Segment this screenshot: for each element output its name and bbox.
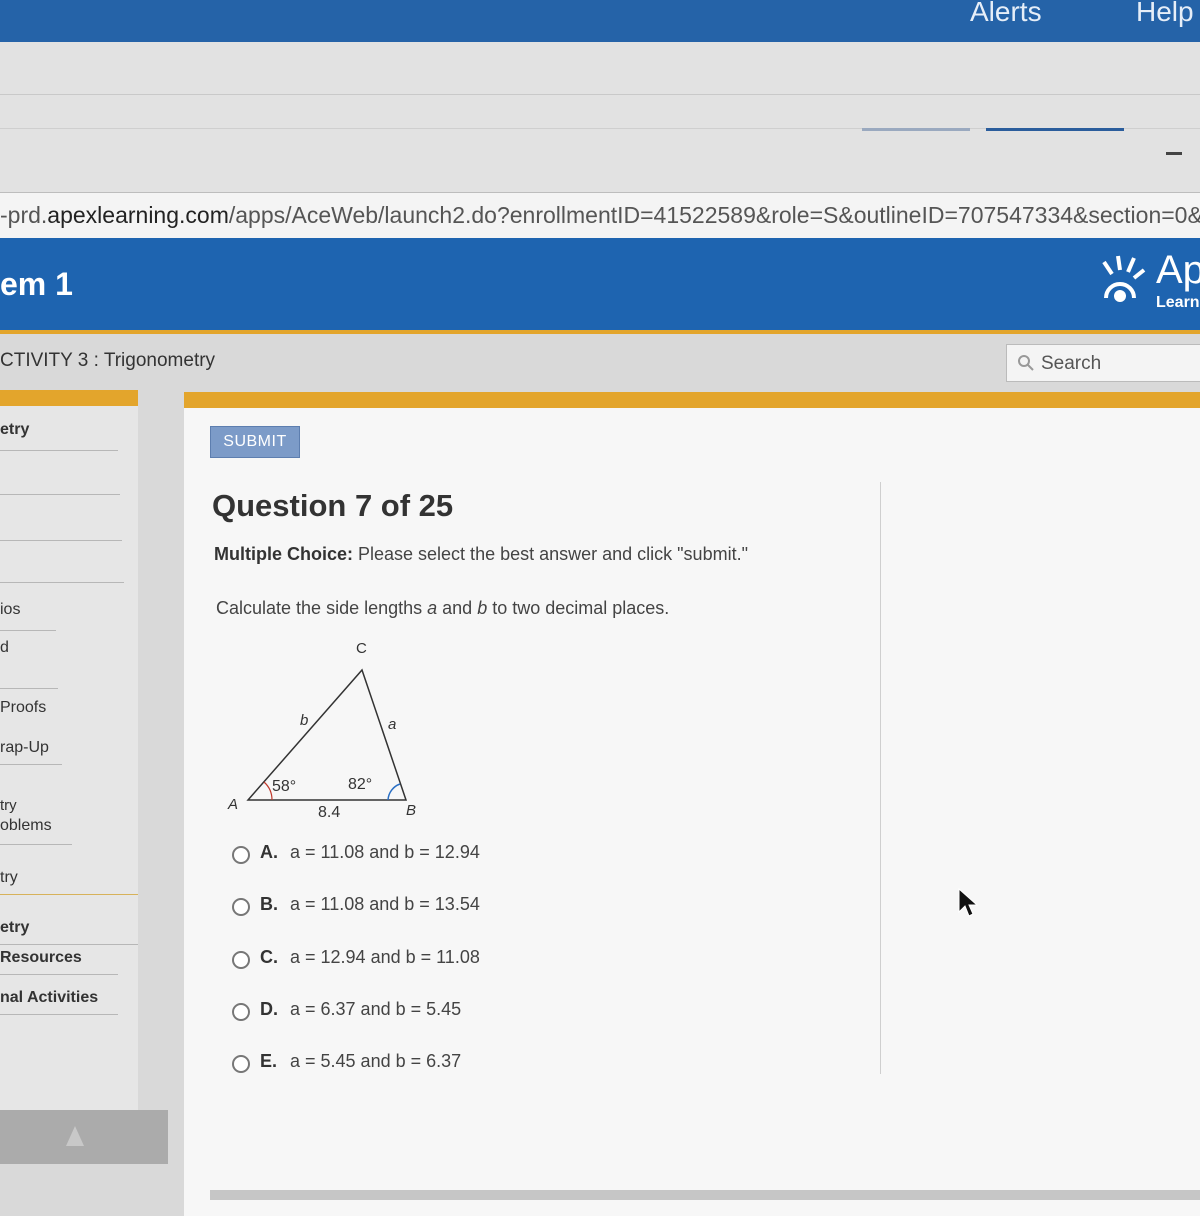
url-text: -prd.apexlearning.com/apps/AceWeb/launch… xyxy=(0,202,1200,228)
submit-button[interactable]: SUBMIT xyxy=(210,426,300,458)
vertex-a-label: A xyxy=(228,796,239,813)
angle-a-label: 58° xyxy=(272,778,297,795)
divider xyxy=(0,844,72,845)
app-header: em 1 Ap Learni xyxy=(0,238,1200,334)
sidebar-item-proofs[interactable]: Proofs xyxy=(0,698,46,718)
vertex-b-label: B xyxy=(406,802,417,819)
side-a-label: a xyxy=(388,716,397,733)
radio-button[interactable] xyxy=(232,846,250,864)
radio-button[interactable] xyxy=(232,1003,250,1021)
divider xyxy=(0,582,124,583)
divider xyxy=(0,630,56,631)
vertex-c-label: C xyxy=(356,640,367,657)
divider xyxy=(0,1014,118,1015)
divider xyxy=(0,688,58,689)
radio-button[interactable] xyxy=(232,951,250,969)
scroll-up-icon[interactable] xyxy=(66,1126,84,1146)
divider xyxy=(0,94,1200,95)
divider xyxy=(0,894,138,895)
base-length-label: 8.4 xyxy=(318,804,341,821)
angle-a-arc xyxy=(263,781,273,801)
sidebar-item-trigonometry-2[interactable]: try xyxy=(0,868,18,888)
sidebar-item-trigonometry[interactable]: etry xyxy=(0,420,29,440)
divider xyxy=(0,974,118,975)
question-prompt: Calculate the side lengths a and b to tw… xyxy=(216,598,670,618)
browser-tab[interactable] xyxy=(862,128,970,131)
sidebar: etry ios d Proofs rap-Up try oblems try … xyxy=(0,390,138,1126)
sidebar-item-resources[interactable]: Resources xyxy=(0,948,82,968)
browser-chrome xyxy=(0,42,1200,192)
search-icon xyxy=(1018,355,1034,371)
sidebar-item-try[interactable]: try xyxy=(0,796,17,816)
angle-b-arc xyxy=(387,783,401,801)
search-placeholder: Search xyxy=(1041,353,1102,374)
question-panel: SUBMIT Question 7 of 25 Multiple Choice:… xyxy=(184,392,1200,1216)
divider xyxy=(880,482,881,1074)
divider xyxy=(0,540,122,541)
search-input[interactable]: Search xyxy=(1006,344,1200,382)
apex-logo: Ap Learni xyxy=(1098,248,1200,314)
course-title: em 1 xyxy=(0,266,73,302)
side-b-label: b xyxy=(300,712,309,729)
sidebar-item-ratios[interactable]: ios xyxy=(0,600,20,620)
sidebar-footer xyxy=(0,1110,168,1164)
alerts-link[interactable]: Alerts xyxy=(970,0,1042,28)
radio-button[interactable] xyxy=(232,898,250,916)
breadcrumb: CTIVITY 3 : Trigonometry xyxy=(0,350,216,371)
logo-name: Ap xyxy=(1156,248,1200,292)
sidebar-item-wrap-up[interactable]: rap-Up xyxy=(0,738,49,758)
minimize-icon[interactable] xyxy=(1166,152,1182,155)
sidebar-item-trigonometry-3[interactable]: etry xyxy=(0,918,29,938)
question-instruction: Multiple Choice: Please select the best … xyxy=(214,544,748,564)
top-nav-bar: Alerts Help xyxy=(0,0,1200,42)
divider xyxy=(0,494,120,495)
sidebar-item-d[interactable]: d xyxy=(0,638,9,658)
apex-sun-icon xyxy=(1102,255,1146,302)
sidebar-item-problems[interactable]: oblems xyxy=(0,816,52,836)
logo-subtitle: Learni xyxy=(1156,294,1200,311)
triangle-diagram xyxy=(246,668,408,801)
radio-button[interactable] xyxy=(232,1055,250,1073)
browser-tab-active[interactable] xyxy=(986,128,1124,131)
question-title: Question 7 of 25 xyxy=(212,488,454,523)
address-bar[interactable]: -prd.apexlearning.com/apps/AceWeb/launch… xyxy=(0,192,1200,240)
divider xyxy=(210,1190,1200,1200)
divider xyxy=(0,450,118,451)
divider xyxy=(0,764,62,765)
triangle-figure: C b a 58° 82° A 8.4 B xyxy=(228,630,428,830)
divider xyxy=(0,944,138,945)
angle-b-label: 82° xyxy=(348,776,373,793)
sidebar-item-additional-activities[interactable]: nal Activities xyxy=(0,988,98,1008)
help-link[interactable]: Help xyxy=(1136,0,1194,28)
mouse-cursor-icon xyxy=(958,888,978,917)
